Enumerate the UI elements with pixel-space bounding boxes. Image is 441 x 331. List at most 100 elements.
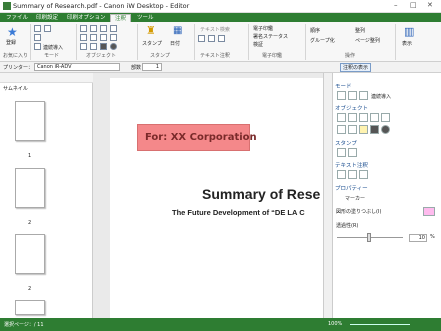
show-annotation-button[interactable]: 注釈の表示 bbox=[340, 63, 372, 72]
zoom-tool-icon[interactable] bbox=[34, 34, 41, 41]
stamp-icon[interactable] bbox=[337, 148, 346, 157]
stamp-annotation[interactable]: For: XX Corporation bbox=[137, 124, 257, 151]
thumbnail-page[interactable] bbox=[15, 300, 45, 315]
line-tool-icon[interactable] bbox=[110, 25, 117, 32]
text-search-button[interactable]: テキスト検索 bbox=[200, 26, 230, 33]
text-annot-icon-3[interactable] bbox=[218, 35, 225, 42]
text-annot-icon[interactable] bbox=[348, 170, 357, 179]
textbox-tool-icon[interactable] bbox=[90, 25, 97, 32]
zoom-tool-icon[interactable] bbox=[359, 91, 368, 100]
thumbnail-page[interactable] bbox=[15, 101, 45, 141]
status-bar: 選択ページ：/ 11 100% bbox=[0, 318, 441, 331]
group-text-annotation: テキスト注釈 bbox=[200, 53, 230, 59]
page-status: 選択ページ：/ 11 bbox=[4, 322, 44, 328]
divider bbox=[194, 24, 195, 60]
opacity-input[interactable]: 10 bbox=[409, 234, 427, 242]
thumbnail-page[interactable] bbox=[15, 234, 45, 274]
thumbnail-page[interactable] bbox=[15, 168, 45, 208]
section-mode: モード bbox=[335, 84, 352, 90]
calendar-icon[interactable]: ▦ bbox=[173, 25, 182, 36]
marker-tool-icon[interactable] bbox=[359, 125, 368, 134]
continuous-label[interactable]: 連続導入 bbox=[43, 44, 63, 51]
register-label[interactable]: 登録 bbox=[6, 39, 16, 46]
e-stamp-button[interactable]: 電子印鑑 bbox=[253, 25, 273, 32]
stamp-label[interactable]: スタンプ bbox=[142, 40, 162, 47]
signature-status-button[interactable]: 署名ステータス bbox=[253, 33, 288, 40]
close-button[interactable]: ✕ bbox=[427, 1, 433, 9]
lock-icon[interactable] bbox=[34, 43, 41, 50]
text-annot-icon[interactable] bbox=[337, 170, 346, 179]
hand-tool-icon[interactable] bbox=[44, 25, 51, 32]
divider bbox=[305, 24, 306, 60]
page-align-button[interactable]: ページ整列 bbox=[355, 37, 380, 44]
tab-annotation[interactable]: 注釈 bbox=[110, 14, 132, 22]
polygon-tool-icon[interactable] bbox=[100, 34, 107, 41]
verify-button[interactable]: 検証 bbox=[253, 41, 263, 48]
thumbnail-panel: サムネイル 1 2 2 bbox=[0, 73, 93, 318]
order-button[interactable]: 順序 bbox=[310, 27, 320, 34]
hand-tool-icon[interactable] bbox=[348, 91, 357, 100]
group-mode: モード bbox=[44, 53, 60, 59]
align-button[interactable]: 整列 bbox=[355, 27, 365, 34]
opacity-unit: % bbox=[430, 234, 435, 240]
text-annot-icon[interactable] bbox=[359, 170, 368, 179]
group-e-stamp: 電子印鑑 bbox=[262, 53, 283, 59]
date-stamp-icon[interactable] bbox=[348, 148, 357, 157]
display-icon[interactable]: ▥ bbox=[404, 25, 414, 38]
display-label[interactable]: 表示 bbox=[402, 40, 412, 47]
panel-tabs bbox=[0, 73, 93, 83]
select-tool-icon[interactable] bbox=[337, 91, 346, 100]
fill-label: 図形の塗りつぶし(I) bbox=[336, 209, 382, 215]
copies-label: 部数 bbox=[131, 65, 142, 71]
copies-input[interactable]: 1 bbox=[142, 63, 162, 71]
zoom-level: 100% bbox=[328, 321, 343, 327]
text-tool-icon[interactable] bbox=[80, 25, 87, 32]
text-annot-icon-1[interactable] bbox=[198, 35, 205, 42]
fill-color-picker[interactable] bbox=[423, 207, 435, 216]
star-icon[interactable]: ★ bbox=[7, 25, 18, 39]
fill-circle-icon[interactable] bbox=[110, 43, 117, 50]
document-title: Summary of Rese bbox=[202, 186, 321, 202]
marker-tool-icon[interactable] bbox=[90, 43, 97, 50]
arrow-tool-icon[interactable] bbox=[110, 34, 117, 41]
stamp-icon[interactable]: ♜ bbox=[146, 24, 156, 37]
text-annot-icon-2[interactable] bbox=[208, 35, 215, 42]
section-stamp: スタンプ bbox=[335, 141, 357, 147]
minimize-button[interactable]: – bbox=[394, 1, 398, 9]
pen-tool-icon[interactable] bbox=[80, 43, 87, 50]
rect-tool-icon[interactable] bbox=[90, 34, 97, 41]
select-tool-icon[interactable] bbox=[34, 25, 41, 32]
zoom-slider[interactable] bbox=[350, 324, 410, 325]
tab-print-options[interactable]: 印刷オプション bbox=[63, 14, 110, 22]
object-tool-icon[interactable] bbox=[359, 113, 368, 122]
group-stamp: スタンプ bbox=[150, 53, 170, 59]
note-tool-icon[interactable] bbox=[100, 25, 107, 32]
circle-tool-icon[interactable] bbox=[80, 34, 87, 41]
tab-print-settings[interactable]: 印刷設定 bbox=[32, 14, 62, 22]
continuous-label[interactable]: 連続導入 bbox=[371, 93, 391, 100]
object-tool-icon[interactable] bbox=[348, 113, 357, 122]
date-label[interactable]: 日付 bbox=[170, 40, 180, 47]
opacity-label: 透過性(R) bbox=[336, 223, 359, 229]
tab-file[interactable]: ファイル bbox=[2, 14, 32, 22]
group-button[interactable]: グループ化 bbox=[310, 37, 335, 44]
page-number: 2 bbox=[28, 220, 32, 226]
object-tool-icon[interactable] bbox=[370, 113, 379, 122]
marker-label: マーカー bbox=[345, 196, 366, 202]
object-tool-icon[interactable] bbox=[337, 125, 346, 134]
page-number: 2 bbox=[28, 286, 32, 292]
maximize-button[interactable]: □ bbox=[410, 1, 417, 9]
section-text-annotation: テキスト注釈 bbox=[335, 163, 368, 169]
object-tool-icon[interactable] bbox=[381, 113, 390, 122]
stamp-text: For: XX Corporation bbox=[145, 132, 257, 143]
vertical-scrollbar[interactable] bbox=[323, 73, 332, 318]
fill-rect-icon[interactable] bbox=[100, 43, 107, 50]
object-tool-icon[interactable] bbox=[337, 113, 346, 122]
printer-select[interactable]: Canon iR-ADV bbox=[34, 63, 120, 71]
fill-circle-icon[interactable] bbox=[381, 125, 390, 134]
opacity-slider-thumb[interactable] bbox=[367, 233, 371, 242]
tab-tools[interactable]: ツール bbox=[133, 14, 158, 22]
object-tool-icon[interactable] bbox=[348, 125, 357, 134]
fill-rect-icon[interactable] bbox=[370, 125, 379, 134]
section-properties: プロパティー bbox=[335, 186, 368, 192]
